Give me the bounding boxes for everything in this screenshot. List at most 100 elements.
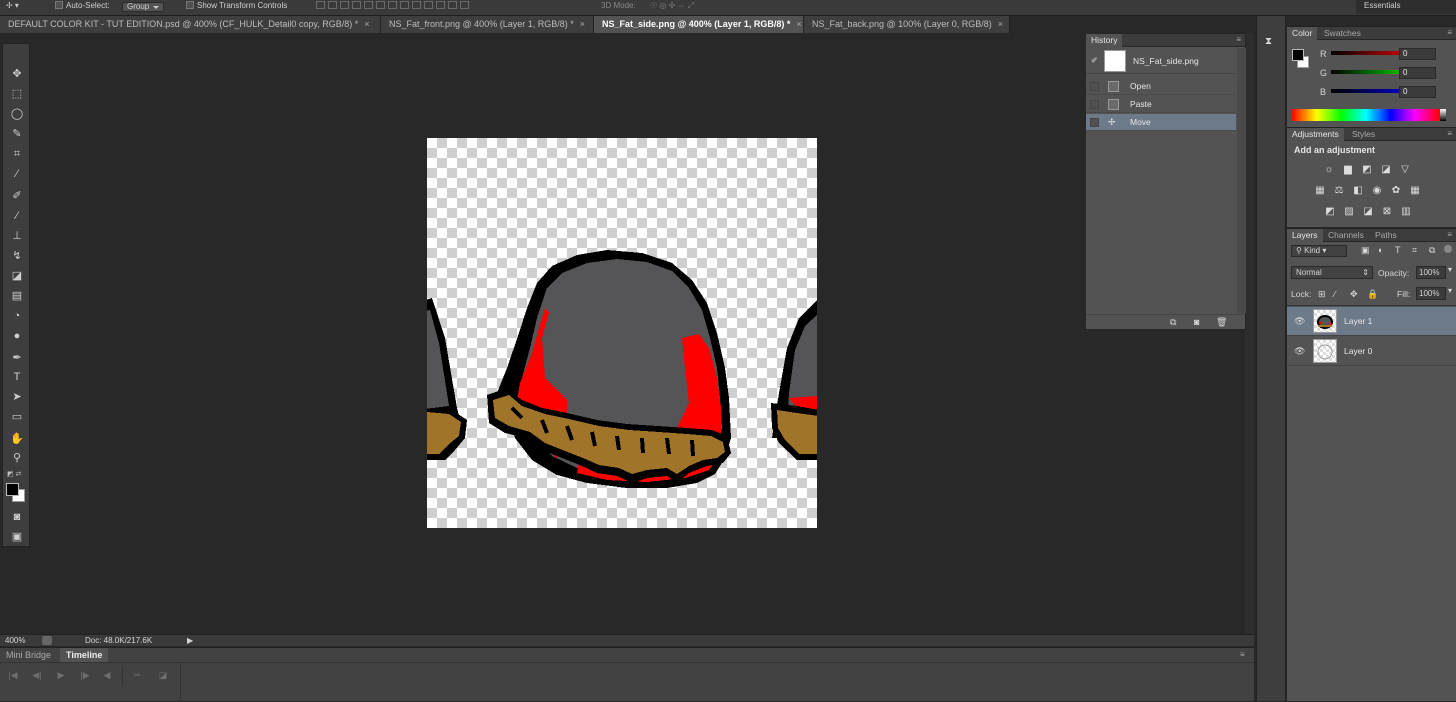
trash-icon[interactable]: 🗑 [1216, 317, 1227, 328]
foreground-color-swatch[interactable] [1292, 49, 1304, 61]
selective-color-icon[interactable]: ⊠ [1381, 207, 1393, 217]
history-item-paste[interactable]: Paste [1086, 96, 1236, 113]
screen-mode-icon[interactable]: ▣ [9, 530, 25, 544]
healing-brush-icon[interactable]: ✐ [9, 189, 25, 203]
workspace-switcher[interactable]: Essentials [1356, 0, 1456, 14]
panel-menu-icon[interactable]: ≡ [1447, 28, 1452, 37]
show-transform-checkbox[interactable]: Show Transform Controls [186, 0, 287, 14]
tab-mini-bridge[interactable]: Mini Bridge [0, 648, 57, 662]
color-lookup-icon[interactable]: ▦ [1409, 186, 1421, 196]
move-icon[interactable]: ✥ [9, 67, 25, 81]
lock-position-icon[interactable]: ✥ [1350, 289, 1358, 300]
blur-icon[interactable]: ◔ [9, 309, 25, 323]
tab-ns-fat-front[interactable]: NS_Fat_front.png @ 400% (Layer 1, RGB/8)… [381, 16, 594, 33]
split-icon[interactable]: ✂ [130, 668, 144, 682]
next-frame-icon[interactable]: |▶ [78, 668, 92, 682]
visibility-eye-icon[interactable]: 👁 [1294, 316, 1305, 327]
new-document-from-state-icon[interactable]: ⧉ [1170, 317, 1176, 328]
panel-menu-icon[interactable]: ≡ [1447, 129, 1452, 138]
tab-default-color-kit[interactable]: DEFAULT COLOR KIT - TUT EDITION.psd @ 40… [0, 16, 381, 33]
layer-name[interactable]: Layer 1 [1344, 316, 1372, 326]
history-panel-title[interactable]: History [1086, 34, 1123, 47]
brush-icon[interactable]: ∕ [9, 209, 25, 223]
curves-icon[interactable]: ◩ [1361, 165, 1373, 175]
invert-icon[interactable]: ◩ [1324, 207, 1336, 217]
previous-frame-icon[interactable]: ◀| [30, 668, 44, 682]
close-tab-icon[interactable]: × [364, 19, 369, 29]
filter-smart-object-icon[interactable]: ⧉ [1429, 245, 1435, 256]
levels-icon[interactable]: ▆ [1342, 165, 1354, 175]
history-brush-icon[interactable]: ↯ [9, 249, 25, 263]
history-item-open[interactable]: Open [1086, 78, 1236, 95]
eyedropper-icon[interactable]: ⁄ [9, 167, 25, 181]
eraser-icon[interactable]: ◪ [9, 269, 25, 283]
channel-mixer-icon[interactable]: ✿ [1390, 186, 1402, 196]
lock-transparent-icon[interactable]: ⊞ [1318, 289, 1326, 300]
auto-select-checkbox[interactable]: Auto-Select: [55, 0, 110, 14]
color-balance-icon[interactable]: ⚖ [1333, 186, 1345, 196]
vibrance-icon[interactable]: ▽ [1399, 165, 1411, 175]
tab-channels[interactable]: Channels [1323, 229, 1369, 242]
exposure-icon[interactable]: ◪ [1380, 165, 1392, 175]
tab-paths[interactable]: Paths [1370, 229, 1402, 242]
default-colors-icon[interactable]: ◩ ⇄ [7, 470, 21, 478]
history-brush-source-icon[interactable]: ✐ [1091, 56, 1098, 65]
color-spectrum-ramp[interactable] [1292, 109, 1440, 121]
opacity-input[interactable]: 100% [1416, 266, 1446, 279]
visibility-eye-icon[interactable]: 👁 [1294, 346, 1305, 357]
gradient-icon[interactable]: ▤ [9, 289, 25, 303]
crop-icon[interactable]: ⌗ [9, 147, 25, 161]
filter-adjustment-icon[interactable]: ◐ [1378, 245, 1383, 255]
filter-pixel-icon[interactable]: ▣ [1361, 245, 1370, 256]
play-icon[interactable]: ▶ [54, 668, 68, 682]
layer-row-layer-0[interactable]: 👁 Layer 0 [1287, 337, 1456, 366]
first-frame-icon[interactable]: |◀ [6, 668, 20, 682]
filter-toggle[interactable] [1444, 245, 1452, 253]
blue-value-input[interactable]: 0 [1399, 86, 1436, 98]
panel-menu-icon[interactable]: ≡ [1240, 650, 1245, 659]
history-scrollbar[interactable] [1237, 48, 1246, 313]
lasso-icon[interactable]: ◯ [9, 107, 25, 121]
lock-image-icon[interactable]: ∕ [1334, 289, 1336, 299]
clone-stamp-icon[interactable]: ⊥ [9, 229, 25, 243]
blend-mode-dropdown[interactable]: Normal ⇕ [1291, 266, 1373, 279]
3d-mode-icons[interactable]: ☉ ◎ ✣ ⇔ ⤢ [650, 0, 694, 14]
photo-filter-icon[interactable]: ◉ [1371, 186, 1383, 196]
audio-icon[interactable]: ◀ [100, 668, 114, 682]
red-value-input[interactable]: 0 [1399, 48, 1436, 60]
history-snapshot[interactable]: ✐ NS_Fat_side.png [1086, 48, 1236, 74]
tab-styles[interactable]: Styles [1347, 128, 1380, 141]
status-icon[interactable] [42, 636, 52, 645]
tab-timeline[interactable]: Timeline [60, 648, 109, 662]
filter-shape-icon[interactable]: ⌗ [1412, 245, 1417, 256]
hue-saturation-icon[interactable]: ▦ [1314, 186, 1326, 196]
tab-layers[interactable]: Layers [1287, 229, 1323, 242]
posterize-icon[interactable]: ▨ [1343, 207, 1355, 217]
history-item-move[interactable]: ✢ Move [1086, 114, 1236, 131]
type-icon[interactable]: T [9, 370, 25, 384]
quick-mask-icon[interactable]: ◙ [9, 510, 25, 524]
hand-icon[interactable]: ✋ [9, 432, 25, 446]
panel-menu-icon[interactable]: ≡ [1447, 230, 1452, 239]
layer-filter-dropdown[interactable]: ⚲ Kind ▾ [1291, 245, 1347, 257]
tab-ns-fat-side[interactable]: NS_Fat_side.png @ 400% (Layer 1, RGB/8) … [594, 16, 804, 33]
tab-swatches[interactable]: Swatches [1319, 27, 1366, 40]
foreground-color-swatch[interactable] [6, 483, 19, 496]
move-tool-preset-icon[interactable]: ✢ ▾ [6, 0, 19, 14]
transition-icon[interactable]: ◪ [156, 668, 170, 682]
close-tab-icon[interactable]: × [580, 19, 585, 29]
tab-adjustments[interactable]: Adjustments [1287, 128, 1344, 141]
snapshot-camera-icon[interactable]: ◙ [1194, 317, 1199, 327]
quick-select-icon[interactable]: ✎ [9, 127, 25, 141]
black-white-icon[interactable]: ◧ [1352, 186, 1364, 196]
filter-type-icon[interactable]: T [1395, 245, 1401, 255]
history-panel-icon[interactable]: ⧗ [1265, 36, 1272, 47]
marquee-icon[interactable]: ⬚ [9, 87, 25, 101]
gradient-map-icon[interactable]: ▥ [1400, 207, 1412, 217]
green-value-input[interactable]: 0 [1399, 67, 1436, 79]
tab-color[interactable]: Color [1287, 27, 1318, 40]
threshold-icon[interactable]: ◪ [1362, 207, 1374, 217]
zoom-level[interactable]: 400% [5, 635, 25, 646]
auto-select-dropdown[interactable]: Group [122, 2, 165, 12]
layer-name[interactable]: Layer 0 [1344, 346, 1372, 356]
